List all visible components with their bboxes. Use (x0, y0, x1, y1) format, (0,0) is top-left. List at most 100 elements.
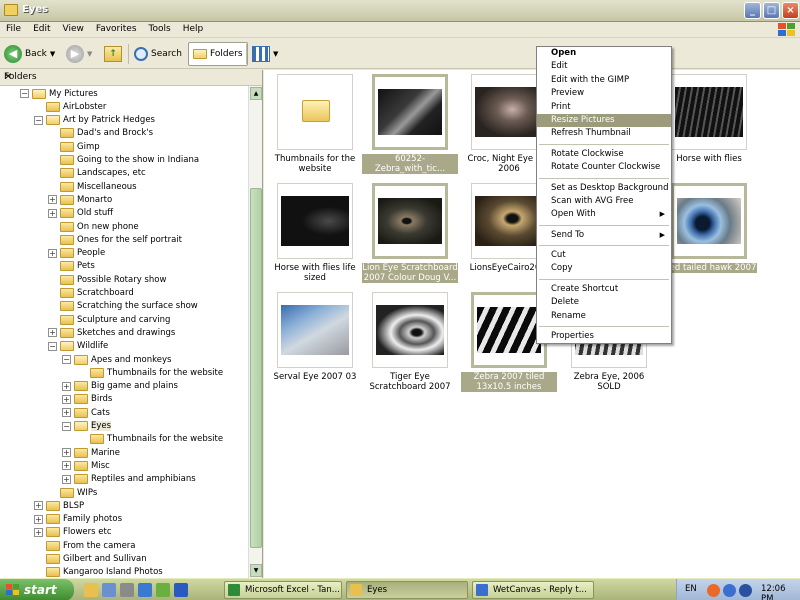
scrollbar-thumb[interactable] (250, 188, 262, 548)
tree-item[interactable]: + Birds (62, 393, 112, 406)
expand-icon[interactable]: + (62, 474, 71, 484)
quicklaunch-wetcanvas-icon[interactable] (174, 583, 188, 597)
tree-item[interactable]: − Wildlife (48, 340, 108, 353)
menu-view[interactable]: View (57, 22, 90, 34)
taskbar-button[interactable]: WetCanvas - Reply t... (472, 581, 594, 599)
menu-item[interactable]: Resize Pictures (537, 113, 671, 128)
tree-item[interactable]: Gimp (48, 140, 100, 153)
menu-item[interactable]: Set as Desktop Background (537, 182, 671, 195)
tree-item[interactable]: − Eyes (62, 420, 112, 433)
expand-icon[interactable]: + (62, 448, 71, 458)
file-thumbnail[interactable] (372, 183, 448, 259)
views-button[interactable]: ▼ (252, 42, 278, 66)
menu-tools[interactable]: Tools (143, 22, 177, 34)
tree-item[interactable]: On new phone (48, 220, 139, 233)
menu-item[interactable]: Preview (537, 87, 671, 100)
menu-item[interactable]: Rename (537, 310, 671, 323)
scroll-up-arrow-icon[interactable]: ▲ (250, 87, 262, 100)
file-caption[interactable]: 60252-Zebra_with_tic... (362, 154, 458, 174)
quicklaunch-ie-icon[interactable] (138, 583, 152, 597)
expand-icon[interactable]: + (48, 248, 57, 258)
expand-icon[interactable]: + (34, 501, 43, 511)
tree-item[interactable]: WIPs (48, 486, 97, 499)
tree-item[interactable]: From the camera (34, 539, 136, 552)
quicklaunch-app-icon[interactable] (156, 583, 170, 597)
quicklaunch-media-icon[interactable] (120, 583, 134, 597)
tree-item[interactable]: Sculpture and carving (48, 313, 170, 326)
tree-item[interactable]: Thumbnails for the website (90, 433, 223, 446)
tree-item[interactable]: Landscapes, etc (48, 167, 146, 180)
tray-app-icon[interactable] (707, 584, 720, 597)
tree-item[interactable]: Ones for the self portrait (48, 233, 182, 246)
tree-item[interactable]: + Big game and plains (62, 380, 178, 393)
expand-icon[interactable]: + (62, 381, 71, 391)
tree-item[interactable]: + Reptiles and amphibians (62, 473, 196, 486)
tree-item[interactable]: − My Pictures (20, 87, 98, 100)
file-thumbnail[interactable] (372, 292, 448, 368)
tree-item[interactable]: + People (48, 247, 105, 260)
search-button[interactable]: Search (134, 42, 182, 66)
tree-item[interactable]: Dad's and Brock's (48, 127, 153, 140)
menu-item[interactable]: Properties (537, 330, 671, 343)
collapse-icon[interactable]: − (34, 115, 43, 125)
menu-item[interactable]: Open With ▶ (537, 208, 671, 221)
tree-item[interactable]: + Family photos (34, 513, 122, 526)
forward-button[interactable]: ▶ ▼ (66, 42, 92, 66)
collapse-icon[interactable]: − (48, 341, 57, 351)
quicklaunch-explorer-icon[interactable] (84, 583, 98, 597)
file-caption[interactable]: ...ed tailed hawk 2007 (661, 263, 757, 273)
file-caption[interactable]: Tiger Eye Scratchboard 2007 (362, 372, 458, 392)
file-thumbnail[interactable] (277, 183, 353, 259)
file-thumbnail[interactable] (277, 74, 353, 150)
taskbar-button[interactable]: Eyes (346, 581, 468, 599)
file-thumbnail[interactable] (372, 74, 448, 150)
menu-item[interactable]: Rotate Counter Clockwise (537, 161, 671, 174)
menu-item[interactable]: Edit (537, 60, 671, 73)
menu-item[interactable]: Cut (537, 249, 671, 262)
tree-item[interactable]: Thumbnails for the website (90, 366, 223, 379)
tree-item[interactable]: − Art by Patrick Hedges (34, 114, 155, 127)
back-button[interactable]: ◀ Back ▼ (4, 42, 55, 66)
collapse-icon[interactable]: − (62, 421, 71, 431)
file-caption[interactable]: Serval Eye 2007 03 (267, 372, 363, 382)
menu-item[interactable]: Copy (537, 262, 671, 275)
expand-icon[interactable]: + (48, 195, 57, 205)
quicklaunch-search-icon[interactable] (102, 583, 116, 597)
tree-item[interactable]: Miscellaneous (48, 180, 137, 193)
file-caption[interactable]: Horse with flies life sized (267, 263, 363, 283)
menu-file[interactable]: File (0, 22, 27, 34)
collapse-icon[interactable]: − (62, 355, 71, 364)
expand-icon[interactable]: + (34, 527, 43, 537)
expand-icon[interactable]: + (34, 514, 43, 524)
file-caption[interactable]: Horse with flies (661, 154, 757, 164)
menu-item[interactable]: Print (537, 101, 671, 114)
minimize-button[interactable]: _ (744, 2, 761, 19)
menu-item[interactable]: Refresh Thumbnail (537, 127, 671, 140)
up-folder-button[interactable]: ↑ (104, 42, 122, 66)
tree-item[interactable]: + Monarto (48, 193, 112, 206)
tree-item[interactable]: Gilbert and Sullivan (34, 553, 147, 566)
tree-item[interactable]: + Sketches and drawings (48, 326, 175, 339)
tree-item[interactable]: − Apes and monkeys (62, 353, 171, 366)
expand-icon[interactable]: + (62, 408, 71, 418)
start-button[interactable]: start (0, 579, 74, 600)
tree-item[interactable]: Kangaroo Island Photos (34, 566, 163, 578)
file-caption[interactable]: Zebra 2007 tiled 13x10.5 inches (461, 372, 557, 392)
tray-avg-icon[interactable] (739, 584, 752, 597)
tray-network-icon[interactable] (723, 584, 736, 597)
maximize-button[interactable]: □ (763, 2, 780, 19)
file-thumbnail[interactable] (277, 292, 353, 368)
close-pane-button[interactable]: × (4, 71, 256, 82)
tree-item[interactable]: + Old stuff (48, 207, 113, 220)
tree-item[interactable]: Going to the show in Indiana (48, 154, 199, 167)
expand-icon[interactable]: + (48, 328, 57, 338)
language-indicator[interactable]: EN (685, 584, 697, 594)
menu-help[interactable]: Help (177, 22, 210, 34)
file-caption[interactable]: Lion Eye Scratchboard 2007 Colour Doug V… (362, 263, 458, 283)
expand-icon[interactable]: + (62, 461, 71, 471)
tree-item[interactable]: + BLSP (34, 499, 84, 512)
menu-item[interactable]: Send To ▶ (537, 229, 671, 242)
taskbar-button[interactable]: Microsoft Excel - Tan... (224, 581, 342, 599)
collapse-icon[interactable]: − (20, 89, 29, 98)
folders-button[interactable]: Folders (188, 42, 248, 66)
